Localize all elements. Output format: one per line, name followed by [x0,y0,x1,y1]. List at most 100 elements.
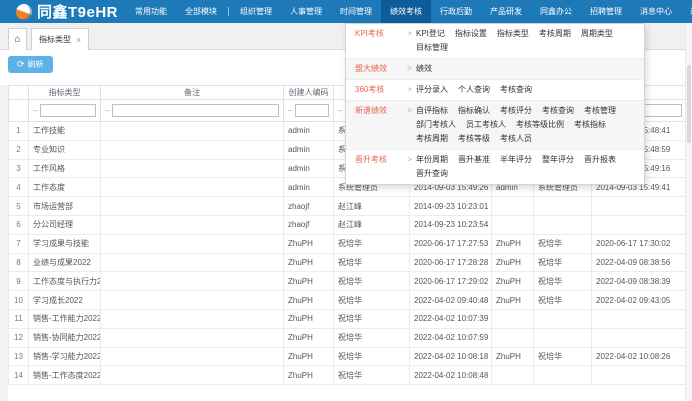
nav-item-5[interactable]: 绩效考核 [381,0,431,23]
menu-item[interactable]: 指标类型 [497,27,529,41]
cell-6: ZhuPH [492,234,534,253]
cell-6: ZhuPH [492,347,534,366]
menu-item[interactable]: 员工考核人 [466,118,506,132]
menu-item[interactable]: 考核指标 [574,118,606,132]
menu-section-label-1[interactable]: 盟大绩效 [355,62,403,76]
filter-operator-dash[interactable]: – [338,106,342,115]
cell-8 [592,366,687,385]
menu-item[interactable]: 考核人员 [500,132,532,146]
menu-section-label-4[interactable]: 晋升考核 [355,153,403,167]
table-row[interactable]: 8业绩与成果2022ZhuPH祝培华2020-06-17 17:28:28Zhu… [9,253,687,272]
menu-item[interactable]: 指标确认 [458,104,490,118]
cell-7: 祝培华 [534,347,592,366]
cell-4: 祝培华 [334,347,410,366]
tab-indicator-type[interactable]: 指标类型 × [31,28,89,50]
cell-8: 2020-06-17 17:30:02 [592,234,687,253]
menu-item[interactable]: 考核等级比例 [516,118,564,132]
cell-2 [101,215,284,234]
nav-item-9[interactable]: 招聘管理 [581,0,631,23]
filter-input-2[interactable] [112,104,279,117]
nav-item-4[interactable]: 时间管理 [331,0,381,23]
menu-section-label-2[interactable]: 360考核 [355,83,403,97]
table-row[interactable]: 6分公司经理zhaojf赵江峰2014-09-23 10:23:54 [9,215,687,234]
cell-4: 祝培华 [334,272,410,291]
filter-input-3[interactable] [295,104,329,117]
cell-3: ZhuPH [284,347,334,366]
cell-3: ZhuPH [284,253,334,272]
nav-item-1[interactable]: 全部模块 [176,0,226,23]
menu-section-4: 晋升考核>年份周期晋升基准半年评分整年评分晋升报表晋升查询 [346,150,644,184]
cell-2 [101,291,284,310]
filter-operator-dash[interactable]: – [33,106,37,115]
chevron-right-icon: > [403,27,416,41]
nav-item-3[interactable]: 人事管理 [281,0,331,23]
table-row[interactable]: 9工作态度与执行力2022ZhuPH祝培华2020-06-17 17:29:02… [9,272,687,291]
cell-1: 工作态度与执行力2022 [29,272,101,291]
cell-1: 市场运营部 [29,197,101,216]
menu-item[interactable]: 考核周期 [539,27,571,41]
filter-input-1[interactable] [40,104,96,117]
menu-item[interactable]: 整年评分 [542,153,574,167]
menu-item[interactable]: 考核周期 [416,132,448,146]
menu-item[interactable]: 评分录入 [416,83,448,97]
nav-item-2[interactable]: 组织管理 [231,0,281,23]
column-header-2[interactable]: 备注 [101,86,284,100]
cell-7 [534,366,592,385]
column-header-3[interactable]: 创建人编码 [284,86,334,100]
menu-item[interactable]: KPI登记 [416,27,445,41]
nav-item-11[interactable]: 通知公告 [681,0,692,23]
cell-2 [101,197,284,216]
menu-section-label-0[interactable]: KPI考核 [355,27,403,41]
menu-item[interactable]: 晋升查询 [416,167,448,181]
table-row[interactable]: 5市场运营部zhaojf赵江峰2014-09-23 10:23:01 [9,197,687,216]
menu-item[interactable]: 个人查询 [458,83,490,97]
menu-item[interactable]: 部门考核人 [416,118,456,132]
table-row[interactable]: 12销售-协同能力2022ZhuPH祝培华2022-04-02 10:07:59 [9,328,687,347]
menu-item[interactable]: 考核评分 [500,104,532,118]
menu-item[interactable]: 目标管理 [416,41,448,55]
cell-7: 祝培华 [534,253,592,272]
home-tab[interactable]: ⌂ [8,28,27,50]
menu-section-2: 360考核>评分录入个人查询考核查询 [346,80,644,101]
menu-item[interactable]: 年份周期 [416,153,448,167]
table-row[interactable]: 7学习成果与技能ZhuPH祝培华2020-06-17 17:27:53ZhuPH… [9,234,687,253]
nav-item-6[interactable]: 行政后勤 [431,0,481,23]
menu-item[interactable]: 指标设置 [455,27,487,41]
filter-operator-dash[interactable]: – [288,106,292,115]
cell-3: ZhuPH [284,366,334,385]
tab-close-icon[interactable]: × [76,36,81,44]
filter-operator-dash[interactable]: – [105,106,109,115]
vertical-scrollbar [685,23,692,401]
nav-item-8[interactable]: 同鑫办公 [531,0,581,23]
menu-item[interactable]: 半年评分 [500,153,532,167]
menu-item[interactable]: 晋升报表 [584,153,616,167]
menu-section-label-3[interactable]: 新谱绩效 [355,104,403,118]
menu-item[interactable]: 周期类型 [581,27,613,41]
column-header-0[interactable] [9,86,29,100]
cell-2 [101,234,284,253]
table-row[interactable]: 11销售-工作能力2022ZhuPH祝培华2022-04-02 10:07:39 [9,309,687,328]
top-navbar: 同鑫T9eHR 常用功能全部模块组织管理人事管理时间管理绩效考核行政后勤产品研发… [0,0,692,23]
menu-item[interactable]: 考核查询 [500,83,532,97]
nav-item-0[interactable]: 常用功能 [126,0,176,23]
column-header-1[interactable]: 指标类型 [29,86,101,100]
refresh-button[interactable]: ⟳ 刷新 [8,56,53,73]
filter-cell-1: – [29,100,101,122]
menu-item[interactable]: 自评指标 [416,104,448,118]
menu-item[interactable]: 晋升基准 [458,153,490,167]
table-row[interactable]: 14销售-工作态度2022ZhuPH祝培华2022-04-02 10:08:48 [9,366,687,385]
cell-5: 2022-04-02 10:08:18 [410,347,492,366]
scrollbar-thumb[interactable] [687,65,691,143]
filter-cell-2: – [101,100,284,122]
cell-6 [492,197,534,216]
menu-item[interactable]: 考核查询 [542,104,574,118]
app-logo[interactable]: 同鑫T9eHR [0,1,126,22]
menu-item[interactable]: 绩效 [416,62,432,76]
menu-item[interactable]: 考核管理 [584,104,616,118]
table-row[interactable]: 10学习成长2022ZhuPH祝培华2022-04-02 09:40:48Zhu… [9,291,687,310]
menu-item[interactable]: 考核等级 [458,132,490,146]
cell-6: ZhuPH [492,253,534,272]
nav-item-7[interactable]: 产品研发 [481,0,531,23]
table-row[interactable]: 13销售-学习能力2022ZhuPH祝培华2022-04-02 10:08:18… [9,347,687,366]
nav-item-10[interactable]: 消息中心 [631,0,681,23]
